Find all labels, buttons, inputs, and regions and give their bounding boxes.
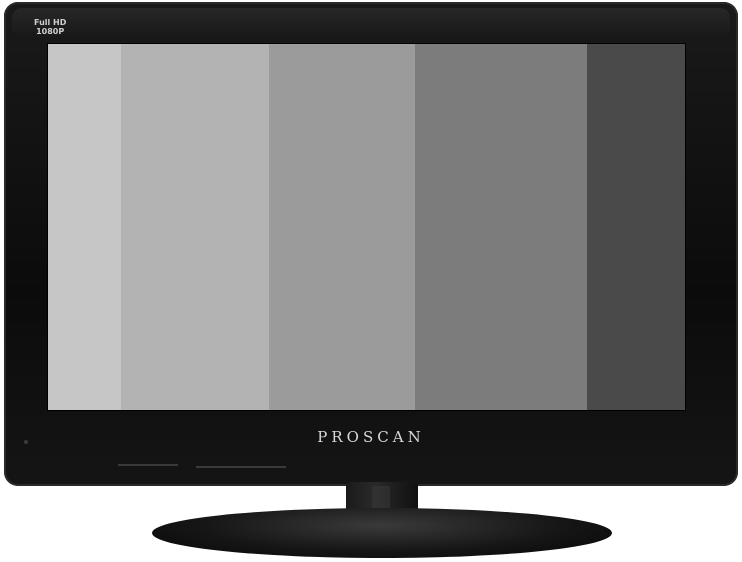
full-hd-badge: Full HD 1080P [34, 18, 66, 36]
television: Full HD 1080P PROSCAN [0, 0, 742, 562]
screen-bar [269, 44, 415, 410]
brand-logo: PROSCAN [317, 428, 425, 446]
tv-screen [48, 44, 685, 410]
badge-line-2: 1080P [36, 27, 65, 36]
bezel-detail [196, 466, 286, 468]
bezel-detail [118, 464, 178, 466]
badge-line-1: Full HD [34, 18, 67, 27]
screen-bar [48, 44, 121, 410]
screen-bar [415, 44, 587, 410]
stand-base [152, 508, 612, 558]
screen-bar [587, 44, 685, 410]
screen-bar [121, 44, 269, 410]
power-indicator [24, 440, 28, 444]
